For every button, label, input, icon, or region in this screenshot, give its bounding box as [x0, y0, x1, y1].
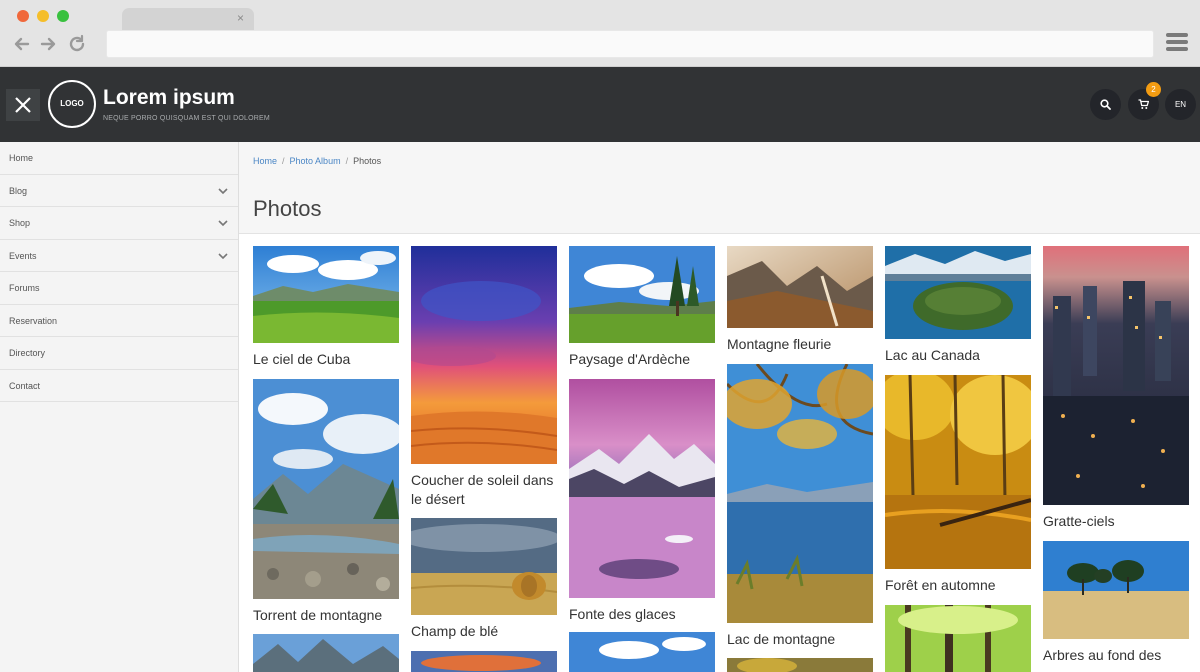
photo-card[interactable]: Torrent de montagne — [253, 379, 399, 625]
photo-image[interactable] — [569, 632, 715, 672]
photo-image[interactable] — [411, 651, 557, 672]
search-button[interactable] — [1090, 89, 1121, 120]
photo-card[interactable]: Le ciel de Cuba — [253, 246, 399, 369]
photo-card[interactable]: Forêt en automne — [885, 375, 1031, 595]
photo-image[interactable] — [253, 246, 399, 343]
forward-arrow-icon[interactable] — [37, 33, 59, 55]
search-icon — [1100, 99, 1111, 110]
sidebar-item-contact[interactable]: Contact — [0, 370, 238, 402]
photo-caption[interactable]: Fonte des glaces — [569, 605, 715, 624]
site-title[interactable]: Lorem ipsum — [103, 86, 235, 110]
window-minimize-dot[interactable] — [37, 10, 49, 22]
photo-caption[interactable]: Forêt en automne — [885, 576, 1031, 595]
photo-image[interactable] — [885, 605, 1031, 672]
language-button[interactable]: EN — [1165, 89, 1196, 120]
photo-caption[interactable]: Paysage d'Ardèche — [569, 350, 715, 369]
photo-image[interactable] — [411, 246, 557, 464]
photo-caption[interactable]: Champ de blé — [411, 622, 557, 641]
sidebar-nav: Home Blog Shop Events Forums Reservation… — [0, 142, 239, 672]
close-icon — [15, 97, 31, 113]
page-title: Photos — [253, 196, 322, 221]
window-maximize-dot[interactable] — [57, 10, 69, 22]
photo-caption[interactable]: Arbres au fond des — [1043, 646, 1189, 665]
sidebar-item-label: Shop — [9, 218, 31, 228]
chevron-down-icon[interactable] — [218, 218, 228, 228]
photo-card[interactable]: Montagne fleurie — [727, 246, 873, 354]
browser-tab[interactable]: × — [122, 8, 254, 30]
photo-image[interactable] — [1043, 541, 1189, 639]
photo-image[interactable] — [569, 246, 715, 343]
sidebar-item-directory[interactable]: Directory — [0, 337, 238, 370]
address-bar[interactable] — [106, 30, 1154, 58]
breadcrumb: Home / Photo Album / Photos — [253, 156, 382, 166]
sidebar-item-label: Directory — [9, 348, 46, 358]
sidebar-item-events[interactable]: Events — [0, 240, 238, 272]
photo-image[interactable] — [885, 375, 1031, 569]
window-close-dot[interactable] — [17, 10, 29, 22]
chevron-down-icon[interactable] — [218, 251, 228, 261]
photo-image[interactable] — [727, 658, 873, 672]
photo-image[interactable] — [727, 246, 873, 328]
sidebar-item-reservation[interactable]: Reservation — [0, 305, 238, 337]
chevron-down-icon[interactable] — [218, 186, 228, 196]
back-arrow-icon[interactable] — [11, 33, 33, 55]
photo-image[interactable] — [253, 634, 399, 672]
photo-image[interactable] — [885, 246, 1031, 339]
photo-card[interactable]: Arbres au fond des — [1043, 541, 1189, 665]
breadcrumb-current: Photos — [353, 156, 382, 166]
photo-caption[interactable]: Torrent de montagne — [253, 606, 399, 625]
photo-caption[interactable]: Lac de montagne — [727, 630, 873, 649]
photo-card[interactable]: Coucher de soleil dans le désert — [411, 246, 557, 509]
cart-icon — [1138, 99, 1150, 109]
sidebar-item-label: Home — [9, 153, 34, 163]
photo-card[interactable] — [411, 651, 557, 672]
photo-card[interactable]: Gratte-ciels — [1043, 246, 1189, 531]
photo-card[interactable] — [569, 632, 715, 672]
sidebar-item-forums[interactable]: Forums — [0, 272, 238, 305]
photo-image[interactable] — [253, 379, 399, 599]
photo-card[interactable]: Paysage d'Ardèche — [569, 246, 715, 369]
sidebar-item-shop[interactable]: Shop — [0, 207, 238, 240]
photo-card[interactable]: Champ de blé — [411, 518, 557, 641]
cart-button[interactable]: 2 — [1128, 82, 1161, 120]
site-logo[interactable]: LOGO — [48, 80, 96, 128]
main-content: Home / Photo Album / Photos Photos Le ciel d… — [239, 142, 1200, 672]
photo-image[interactable] — [569, 379, 715, 598]
breadcrumb-photo-album-link[interactable]: Photo Album — [290, 156, 341, 166]
sidebar-item-home[interactable]: Home — [0, 142, 238, 175]
sidebar-item-label: Reservation — [9, 315, 58, 326]
sidebar-item-label: Events — [9, 250, 37, 261]
photo-image[interactable] — [1043, 246, 1189, 505]
hamburger-menu-icon[interactable] — [1166, 33, 1188, 55]
browser-chrome: × — [0, 0, 1200, 67]
photo-card[interactable]: Lac de montagne — [727, 364, 873, 649]
photo-caption[interactable]: Lac au Canada — [885, 346, 1031, 365]
photo-caption[interactable]: Montagne fleurie — [727, 335, 873, 354]
photo-caption[interactable]: Le ciel de Cuba — [253, 350, 399, 369]
title-area: Home / Photo Album / Photos Photos — [239, 142, 1200, 234]
photo-card[interactable] — [885, 605, 1031, 672]
sidebar-item-blog[interactable]: Blog — [0, 175, 238, 207]
cart-count-badge: 2 — [1146, 82, 1161, 97]
breadcrumb-home-link[interactable]: Home — [253, 156, 277, 166]
reload-icon[interactable] — [66, 33, 88, 55]
sidebar-item-label: Blog — [9, 185, 28, 196]
photo-card[interactable]: Fonte des glaces — [569, 379, 715, 624]
photo-card[interactable] — [253, 634, 399, 672]
photo-image[interactable] — [727, 364, 873, 623]
close-menu-button[interactable] — [6, 89, 40, 121]
photo-caption[interactable]: Gratte-ciels — [1043, 512, 1189, 531]
photo-image[interactable] — [411, 518, 557, 615]
photo-caption[interactable]: Coucher de soleil dans le désert — [411, 471, 557, 509]
site-header: LOGO Lorem ipsum NEQUE PORRO QUISQUAM ES… — [0, 67, 1200, 142]
site-tagline: NEQUE PORRO QUISQUAM EST QUI DOLOREM — [103, 115, 270, 122]
tab-close-icon[interactable]: × — [237, 11, 244, 25]
sidebar-item-label: Contact — [9, 380, 41, 391]
photo-card[interactable] — [727, 658, 873, 672]
sidebar-item-label: Forums — [9, 283, 40, 293]
photo-card[interactable]: Lac au Canada — [885, 246, 1031, 365]
